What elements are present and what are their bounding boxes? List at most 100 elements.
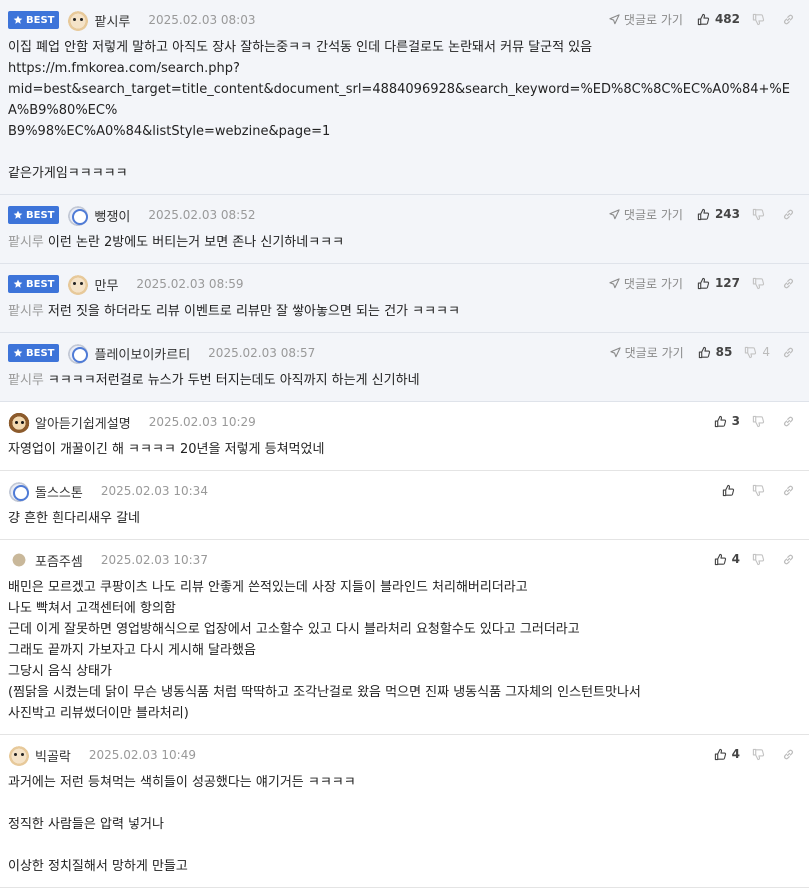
author-name[interactable]: 팥시루 [94, 11, 130, 30]
comment-actions: 댓글로 가기 127 [609, 274, 795, 292]
best-badge: BEST [8, 11, 60, 29]
send-icon [609, 208, 620, 220]
comment-date: 2025.02.03 08:52 [148, 208, 256, 222]
comment-item: BEST 팥시루 2025.02.03 08:03 댓글로 가기 482 이집 폐업 안함… [0, 0, 809, 195]
comment-actions: 4 [714, 550, 795, 568]
downvote-button[interactable] [752, 415, 770, 428]
link-icon[interactable] [782, 748, 795, 761]
thumbs-down-icon [752, 415, 765, 428]
author-name[interactable]: 알아듣기쉽게설명 [35, 413, 131, 432]
link-icon[interactable] [782, 484, 795, 497]
link-icon[interactable] [782, 415, 795, 428]
author-name[interactable]: 포즘주셈 [35, 551, 83, 570]
author-name[interactable]: 뻥쟁이 [94, 206, 130, 225]
best-badge: BEST [8, 344, 60, 362]
author-name[interactable]: 빅골락 [35, 746, 71, 765]
avatar[interactable] [67, 342, 90, 364]
upvote-count: 482 [714, 12, 740, 26]
go-to-comment-label: 댓글로 가기 [623, 276, 683, 291]
downvote-button[interactable] [752, 553, 770, 566]
comment-line: 이집 폐업 안함 저렇게 말하고 아직도 장사 잘하는중ㅋㅋ 간석동 인데 다른… [8, 37, 799, 58]
avatar[interactable] [8, 744, 30, 766]
comment-line: mid=best&search_target=title_content&doc… [8, 79, 799, 121]
thumbs-up-icon [697, 277, 710, 290]
avatar[interactable] [8, 549, 30, 571]
downvote-button[interactable]: 4 [744, 345, 770, 359]
comment-text: 나도 빡쳐서 고객센터에 항의함 [8, 601, 176, 616]
downvote-button[interactable] [752, 484, 770, 497]
thumbs-down-icon [752, 277, 765, 290]
comment-line: 걍 흔한 흰다리새우 갈네 [8, 508, 799, 529]
link-icon[interactable] [782, 277, 795, 290]
upvote-button[interactable]: 127 [697, 276, 740, 290]
go-to-comment-link[interactable]: 댓글로 가기 [609, 275, 683, 292]
upvote-count: 3 [731, 414, 740, 428]
thumbs-down-icon [752, 553, 765, 566]
author-name[interactable]: 만무 [94, 275, 118, 294]
upvote-button[interactable]: 4 [714, 552, 740, 566]
comment-text: 이런 논란 2방에도 버티는거 보면 존나 신기하네ㅋㅋㅋ [47, 235, 345, 250]
thumbs-down-icon [752, 748, 765, 761]
comment-line: 나도 빡쳐서 고객센터에 항의함 [8, 598, 799, 619]
thumbs-down-icon [752, 13, 765, 26]
comment-text: 걍 흔한 흰다리새우 갈네 [8, 511, 140, 526]
comment-date: 2025.02.03 10:34 [100, 484, 208, 498]
reply-to-name[interactable]: 팥시루 [8, 304, 44, 319]
go-to-comment-label: 댓글로 가기 [623, 12, 683, 27]
reply-to-name[interactable]: 팥시루 [8, 235, 44, 250]
comment-text: 이집 폐업 안함 저렇게 말하고 아직도 장사 잘하는중ㅋㅋ 간석동 인데 다른… [8, 40, 593, 55]
best-badge-label: BEST [26, 209, 55, 221]
link-icon[interactable] [782, 553, 795, 566]
comment-date: 2025.02.03 08:59 [136, 277, 244, 291]
comment-body: 과거에는 저런 등쳐먹는 색히들이 성공했다는 얘기거든 ㅋㅋㅋㅋ 정직한 사람들… [8, 766, 799, 887]
avatar[interactable] [8, 480, 30, 502]
upvote-button[interactable]: 85 [698, 345, 732, 359]
link-icon[interactable] [782, 346, 795, 359]
comment-actions: 4 [714, 745, 795, 763]
go-to-comment-link[interactable]: 댓글로 가기 [610, 344, 684, 361]
upvote-count: 127 [714, 276, 740, 290]
upvote-button[interactable]: 243 [697, 207, 740, 221]
star-icon [13, 348, 23, 358]
upvote-button[interactable] [722, 484, 740, 497]
comment-item: BEST 만무 2025.02.03 08:59 댓글로 가기 127 팥시루 저런 짓을 … [0, 264, 809, 333]
comment-body: 자영업이 개꿀이긴 해 ㅋㅋㅋㅋ 20년을 저렇게 등쳐먹었네 [8, 433, 799, 470]
downvote-button[interactable] [752, 208, 770, 221]
thumbs-up-icon [714, 553, 727, 566]
link-icon[interactable] [782, 208, 795, 221]
comment-date: 2025.02.03 10:37 [100, 553, 208, 567]
best-badge-label: BEST [26, 14, 55, 26]
upvote-count: 4 [731, 552, 740, 566]
reply-to-name[interactable]: 팥시루 [8, 373, 44, 388]
thumbs-up-icon [722, 484, 735, 497]
best-badge: BEST [8, 275, 60, 293]
avatar[interactable] [67, 204, 90, 226]
comment-list: BEST 팥시루 2025.02.03 08:03 댓글로 가기 482 이집 폐업 안함… [0, 0, 809, 888]
go-to-comment-link[interactable]: 댓글로 가기 [609, 11, 683, 28]
comment-line: 팥시루 이런 논란 2방에도 버티는거 보면 존나 신기하네ㅋㅋㅋ [8, 232, 799, 253]
comment-header: 빅골락 2025.02.03 10:49 [8, 744, 799, 766]
comment-text: B9%98%EC%A0%84&listStyle=webzine&page=1 [8, 124, 331, 139]
comment-text: 같은가게임ㅋㅋㅋㅋㅋ [8, 166, 128, 181]
avatar[interactable] [8, 411, 30, 433]
avatar[interactable] [67, 9, 90, 31]
author-name[interactable]: 돌스스톤 [35, 482, 83, 501]
comment-body: 걍 흔한 흰다리새우 갈네 [8, 502, 799, 539]
comment-body: 팥시루 저런 짓을 하더라도 리뷰 이벤트로 리뷰만 잘 쌓아놓으면 되는 건가 … [8, 295, 799, 332]
avatar[interactable] [67, 273, 90, 295]
comment-line: 같은가게임ㅋㅋㅋㅋㅋ [8, 163, 799, 184]
downvote-button[interactable] [752, 277, 770, 290]
comment-actions: 3 [714, 412, 795, 430]
comment-line: 정직한 사람들은 압력 넣거나 [8, 814, 799, 835]
go-to-comment-link[interactable]: 댓글로 가기 [609, 206, 683, 223]
upvote-button[interactable]: 4 [714, 747, 740, 761]
downvote-button[interactable] [752, 748, 770, 761]
comment-text: 이상한 정치질해서 망하게 만들고 [8, 859, 188, 874]
comment-date: 2025.02.03 08:57 [208, 346, 316, 360]
link-icon[interactable] [782, 13, 795, 26]
downvote-button[interactable] [752, 13, 770, 26]
upvote-button[interactable]: 482 [697, 12, 740, 26]
author-name[interactable]: 플레이보이카르티 [94, 344, 190, 363]
comment-line: 사진박고 리뷰썼더이만 블라처리) [8, 703, 799, 724]
upvote-button[interactable]: 3 [714, 414, 740, 428]
